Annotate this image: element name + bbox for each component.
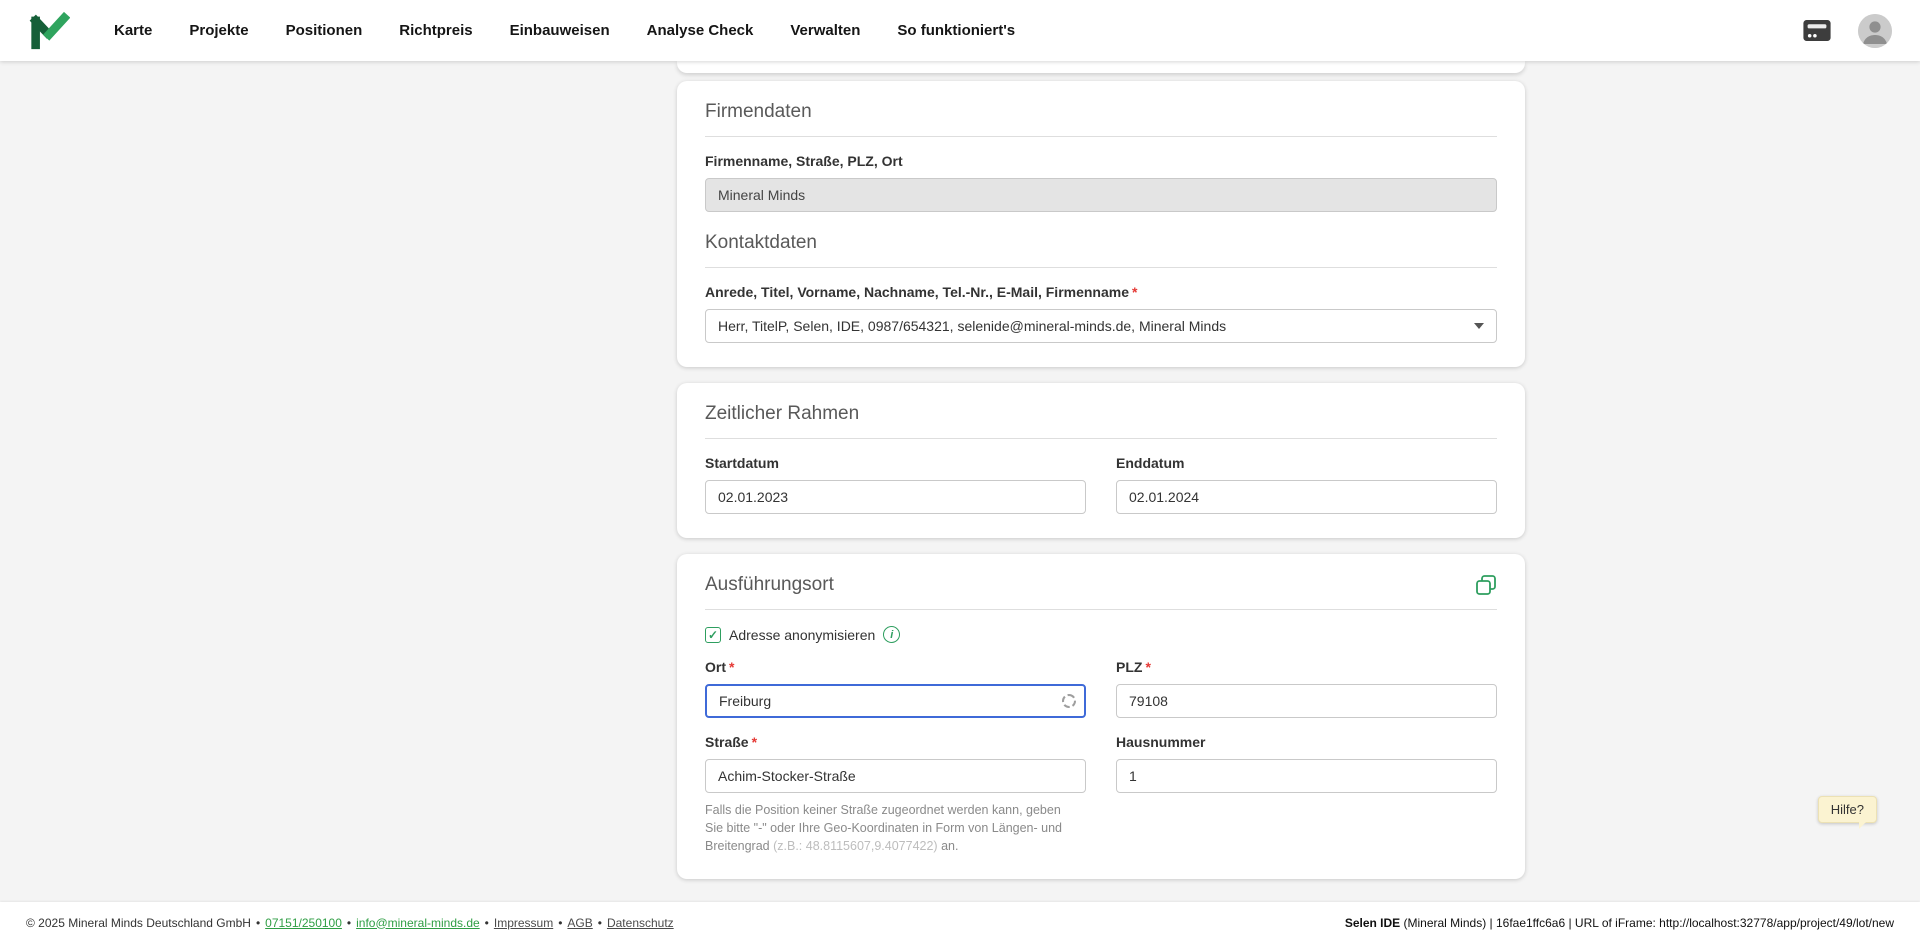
strasse-field: Straße* Falls die Position keiner Straße… (705, 718, 1086, 855)
main-content: Firmendaten Firmenname, Straße, PLZ, Ort… (0, 61, 1920, 902)
firmendaten-title: Firmendaten (705, 101, 1497, 123)
ort-input[interactable] (705, 684, 1086, 718)
footer-links: © 2025 Mineral Minds Deutschland GmbH • … (26, 916, 674, 930)
divider (705, 136, 1497, 137)
enddatum-input[interactable] (1116, 480, 1497, 514)
info-icon-glyph: i (890, 629, 893, 641)
user-avatar[interactable] (1858, 14, 1892, 48)
firmendaten-card: Firmendaten Firmenname, Straße, PLZ, Ort… (677, 81, 1525, 367)
nav-item-projekte[interactable]: Projekte (189, 22, 248, 39)
debug-info-rest: (Mineral Minds) | 16fae1ffc6a6 | URL of … (1400, 916, 1894, 930)
check-icon: ✓ (708, 628, 718, 642)
nav-item-einbauweisen[interactable]: Einbauweisen (510, 22, 610, 39)
strasse-label-text: Straße (705, 734, 749, 750)
ausfuehrungsort-card: Ausführungsort ✓ Adresse anonymisieren i (677, 554, 1525, 879)
impressum-link[interactable]: Impressum (494, 916, 553, 930)
nav-item-verwalten[interactable]: Verwalten (790, 22, 860, 39)
debug-info: Selen IDE (Mineral Minds) | 16fae1ffc6a6… (1345, 916, 1894, 930)
nav-item-karte[interactable]: Karte (114, 22, 152, 39)
hausnummer-input[interactable] (1116, 759, 1497, 793)
hint-suffix: an. (938, 839, 959, 853)
card-fragment (677, 61, 1525, 73)
ausfuehrungsort-title: Ausführungsort (705, 574, 834, 596)
strasse-label: Straße* (705, 734, 1086, 751)
startdatum-label: Startdatum (705, 455, 1086, 472)
nav-item-analyse-check[interactable]: Analyse Check (647, 22, 754, 39)
plz-input[interactable] (1116, 684, 1497, 718)
ort-label-text: Ort (705, 659, 726, 675)
divider (705, 267, 1497, 268)
footer-separator: • (347, 916, 351, 930)
anonymisieren-label[interactable]: Adresse anonymisieren (729, 627, 875, 643)
firmenname-input (705, 178, 1497, 212)
info-icon[interactable]: i (883, 626, 900, 643)
hint-example: (z.B.: 48.8115607,9.4077422) (773, 839, 937, 853)
datenschutz-link[interactable]: Datenschutz (607, 916, 674, 930)
footer-separator: • (558, 916, 562, 930)
strasse-input[interactable] (705, 759, 1086, 793)
zeitraum-card: Zeitlicher Rahmen Startdatum Enddatum (677, 383, 1525, 538)
nav-right-actions (1802, 14, 1892, 48)
email-link[interactable]: info@mineral-minds.de (356, 916, 480, 930)
anonymisieren-checkbox[interactable]: ✓ (705, 627, 721, 643)
kontakt-select[interactable]: Herr, TitelP, Selen, IDE, 0987/654321, s… (705, 309, 1497, 343)
footer-separator: • (485, 916, 489, 930)
loading-spinner-icon (1062, 694, 1076, 708)
person-icon (1858, 14, 1892, 48)
nav-item-so-funktionierts[interactable]: So funktioniert's (897, 22, 1015, 39)
startdatum-input[interactable] (705, 480, 1086, 514)
startdatum-field: Startdatum (705, 439, 1086, 514)
footer: © 2025 Mineral Minds Deutschland GmbH • … (0, 902, 1920, 943)
form-column: Firmendaten Firmenname, Straße, PLZ, Ort… (677, 61, 1525, 895)
firmenname-label-text: Firmenname, Straße, PLZ, Ort (705, 153, 903, 169)
required-marker: * (1145, 659, 1150, 675)
server-icon[interactable] (1802, 19, 1834, 43)
phone-link[interactable]: 07151/250100 (265, 916, 342, 930)
required-marker: * (729, 659, 734, 675)
kontakt-label-text: Anrede, Titel, Vorname, Nachname, Tel.-N… (705, 284, 1129, 300)
hausnummer-field: Hausnummer (1116, 718, 1497, 855)
agb-link[interactable]: AGB (567, 916, 592, 930)
top-nav: Karte Projekte Positionen Richtpreis Ein… (0, 0, 1920, 61)
footer-separator: • (598, 916, 602, 930)
nav-item-richtpreis[interactable]: Richtpreis (399, 22, 472, 39)
enddatum-label: Enddatum (1116, 455, 1497, 472)
hausnummer-label-text: Hausnummer (1116, 734, 1205, 750)
required-marker: * (752, 734, 757, 750)
zeitraum-title: Zeitlicher Rahmen (705, 403, 1497, 425)
enddatum-label-text: Enddatum (1116, 455, 1184, 471)
ort-label: Ort* (705, 659, 1086, 676)
strasse-hint: Falls die Position keiner Straße zugeord… (705, 801, 1077, 855)
nav-menu: Karte Projekte Positionen Richtpreis Ein… (114, 22, 1015, 39)
enddatum-field: Enddatum (1116, 439, 1497, 514)
kontakt-select-value: Herr, TitelP, Selen, IDE, 0987/654321, s… (718, 318, 1226, 334)
kontakt-label: Anrede, Titel, Vorname, Nachname, Tel.-N… (705, 284, 1497, 301)
divider (705, 609, 1497, 610)
plz-label-text: PLZ (1116, 659, 1142, 675)
anonymisieren-row: ✓ Adresse anonymisieren i (705, 626, 1497, 643)
logo-m-icon (28, 10, 70, 52)
plz-label: PLZ* (1116, 659, 1497, 676)
firmenname-label: Firmenname, Straße, PLZ, Ort (705, 153, 1497, 170)
plz-field: PLZ* (1116, 643, 1497, 718)
help-button[interactable]: Hilfe? (1818, 796, 1877, 823)
ort-field: Ort* (705, 643, 1086, 718)
copy-icon[interactable] (1475, 574, 1497, 596)
required-marker: * (1132, 284, 1137, 300)
nav-item-positionen[interactable]: Positionen (286, 22, 363, 39)
hausnummer-label: Hausnummer (1116, 734, 1497, 751)
kontaktdaten-title: Kontaktdaten (705, 232, 1497, 254)
mineral-minds-logo[interactable] (28, 10, 70, 52)
chevron-down-icon (1474, 323, 1484, 329)
debug-info-app: Selen IDE (1345, 916, 1400, 930)
copyright-text: © 2025 Mineral Minds Deutschland GmbH (26, 916, 251, 930)
footer-separator: • (256, 916, 260, 930)
startdatum-label-text: Startdatum (705, 455, 779, 471)
